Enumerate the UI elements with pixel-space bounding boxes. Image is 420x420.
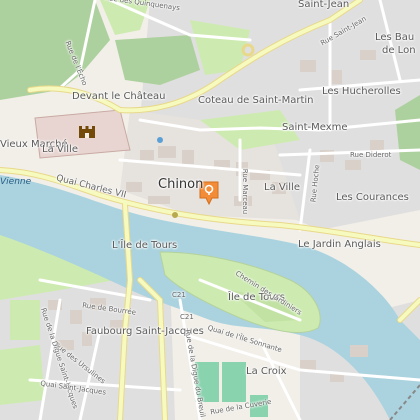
- street-label-diderot: Rue Diderot: [350, 151, 392, 159]
- place-label-le-jardin-anglais: Le Jardin Anglais: [298, 239, 381, 250]
- place-label-saint-jean: Saint-Jean: [298, 0, 350, 10]
- map-canvas[interactable]: Chinon Devant le Château Coteau de Saint…: [0, 0, 420, 420]
- place-label-saint-mexme: Saint-Mexme: [282, 122, 348, 133]
- place-label-de-lon: de Lon: [382, 45, 416, 56]
- place-label-coteau-de-saint-martin: Coteau de Saint-Martin: [198, 95, 314, 106]
- place-label-la-ville-west: La Ville: [42, 144, 78, 155]
- place-label-la-croix: La Croix: [246, 366, 287, 377]
- place-label-devant-le-chateau: Devant le Château: [72, 91, 166, 102]
- road-label-c21-north: C21: [172, 291, 186, 299]
- place-label-les-courances: Les Courances: [336, 192, 409, 203]
- street-label-marceau: Rue Marceau: [241, 168, 250, 215]
- place-label-la-ville-east: La Ville: [264, 182, 300, 193]
- place-label-les-baux: Les Bau: [375, 32, 415, 43]
- river-label-vienne: Vienne: [0, 177, 32, 187]
- road-label-c21-south: C21: [180, 313, 194, 321]
- city-label: Chinon: [158, 177, 204, 192]
- place-label-lile-de-tours: L'Île de Tours: [112, 240, 178, 251]
- place-label-les-hucherolles: Les Hucherolles: [322, 86, 401, 97]
